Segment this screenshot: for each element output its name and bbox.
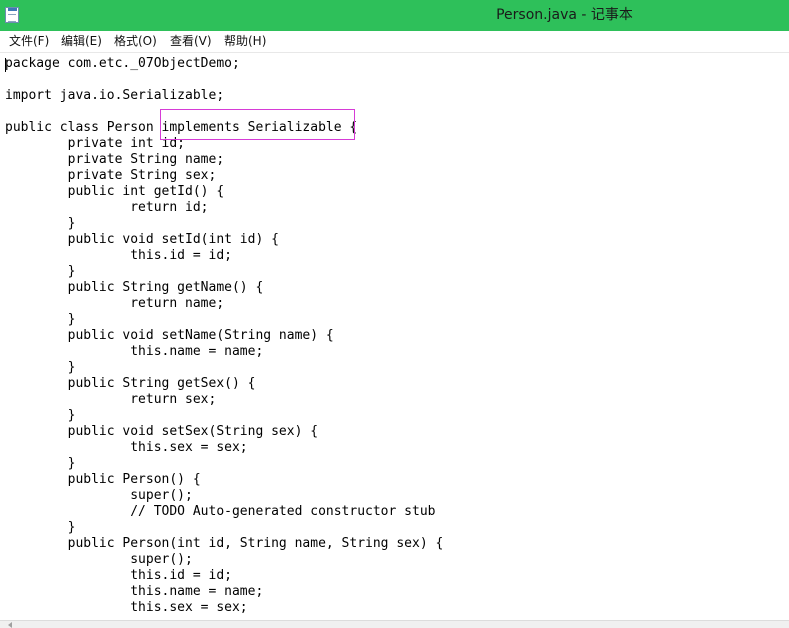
code-line: return sex;	[5, 392, 217, 407]
code-line: }	[5, 360, 76, 375]
code-line: private String name;	[5, 152, 225, 167]
code-line: }	[5, 216, 76, 231]
menu-file[interactable]: 文件(F)	[9, 31, 49, 52]
code-line: package com.etc._07ObjectDemo;	[5, 56, 240, 71]
code-line: }	[5, 312, 76, 327]
code-line: super();	[5, 552, 193, 567]
code-line: this.name = name;	[5, 344, 264, 359]
horizontal-scrollbar[interactable]	[0, 620, 789, 628]
code-line: this.name = name;	[5, 584, 264, 599]
code-line: import java.io.Serializable;	[5, 88, 225, 103]
code-line: this.id = id;	[5, 568, 232, 583]
scroll-left-arrow-icon[interactable]	[8, 622, 12, 628]
menu-edit[interactable]: 编辑(E)	[61, 31, 102, 52]
code-line: public Person() {	[5, 472, 201, 487]
code-line: this.id = id;	[5, 248, 232, 263]
title-bar[interactable]: Person.java - 记事本	[0, 0, 789, 31]
code-line: return name;	[5, 296, 225, 311]
code-line: }	[5, 408, 76, 423]
window-title: Person.java - 记事本	[496, 7, 633, 23]
code-line: public String getSex() {	[5, 376, 256, 391]
menu-help[interactable]: 帮助(H)	[224, 31, 266, 52]
code-line: return id;	[5, 200, 209, 215]
code-line: public String getName() {	[5, 280, 264, 295]
code-line: this.sex = sex;	[5, 440, 248, 455]
menu-format[interactable]: 格式(O)	[114, 31, 157, 52]
text-caret	[5, 58, 6, 72]
code-text: package com.etc._07ObjectDemo;import jav…	[5, 56, 443, 616]
annotation-highlight-box	[160, 109, 355, 140]
code-line: super();	[5, 488, 193, 503]
code-line: }	[5, 520, 76, 535]
code-line: }	[5, 456, 76, 471]
text-editor[interactable]: package com.etc._07ObjectDemo;import jav…	[0, 53, 789, 620]
code-line: this.sex = sex;	[5, 600, 248, 615]
code-line: private String sex;	[5, 168, 217, 183]
code-line: public void setSex(String sex) {	[5, 424, 319, 439]
code-line: public void setName(String name) {	[5, 328, 334, 343]
menu-bar: 文件(F) 编辑(E) 格式(O) 查看(V) 帮助(H)	[0, 31, 789, 53]
menu-view[interactable]: 查看(V)	[170, 31, 212, 52]
code-line: public Person(int id, String name, Strin…	[5, 536, 444, 551]
code-line: public void setId(int id) {	[5, 232, 279, 247]
code-line: }	[5, 264, 76, 279]
code-line: // TODO Auto-generated constructor stub	[5, 504, 436, 519]
code-line: public int getId() {	[5, 184, 225, 199]
